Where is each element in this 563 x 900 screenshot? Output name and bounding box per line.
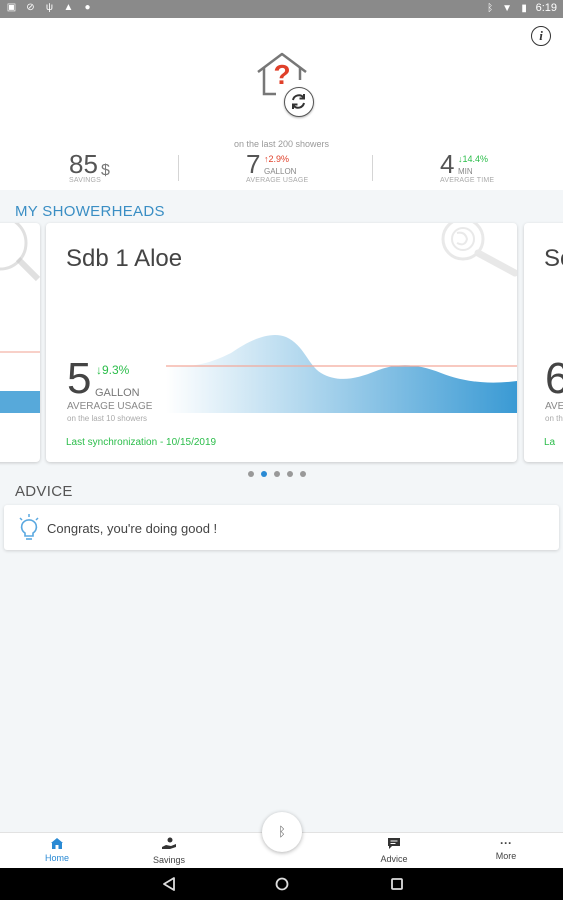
bluetooth-icon: ᛒ <box>278 824 286 839</box>
tab-home-label: Home <box>44 853 69 863</box>
stat-average-usage: 7 ↑2.9% GALLON AVERAGE USAGE <box>246 150 356 188</box>
sync-button[interactable] <box>284 87 314 117</box>
status-time: 6:19 <box>535 2 557 14</box>
usb-icon: ψ <box>45 2 54 13</box>
showerhead-card-next[interactable]: Sc 6 AVE on th La <box>524 223 563 462</box>
svg-text:?: ? <box>273 59 290 90</box>
bluetooth-icon: ᛒ <box>487 2 494 14</box>
tab-home[interactable]: Home <box>27 837 87 863</box>
time-delta: ↓14.4% <box>458 154 489 164</box>
showerhead-usage-delta: ↓9.3% <box>96 363 130 377</box>
pager-dot[interactable] <box>274 471 280 477</box>
last-sync-text: La <box>544 437 556 448</box>
info-icon[interactable]: i <box>531 26 551 46</box>
usage-label: AVERAGE USAGE <box>246 177 309 184</box>
showerhead-name: Sc <box>544 245 563 272</box>
usage-unit: GALLON <box>264 167 297 176</box>
back-icon[interactable] <box>161 876 177 892</box>
showerhead-usage-sublabel: on th <box>545 414 563 423</box>
advice-text: Congrats, you're doing good ! <box>47 521 218 536</box>
stat-divider <box>178 155 179 181</box>
advice-card[interactable]: Congrats, you're doing good ! <box>4 505 559 550</box>
advice-title: ADVICE <box>15 483 73 500</box>
showerhead-usage-label: AVERAGE USAGE <box>67 401 153 412</box>
tab-savings-label: Savings <box>152 855 186 865</box>
showerhead-usage-sublabel: on the last 10 showers <box>67 414 148 423</box>
battery-icon: ▮ <box>521 2 527 14</box>
showerhead-usage-value: 6 <box>545 354 563 403</box>
sim-icon: ▣ <box>6 2 17 13</box>
home-icon <box>51 838 63 849</box>
time-label: AVERAGE TIME <box>440 177 495 184</box>
tab-advice-label: Advice <box>380 854 408 864</box>
showerhead-name: Sdb 1 Aloe <box>66 245 183 272</box>
showerhead-card-previous[interactable] <box>0 223 40 462</box>
tab-more[interactable]: ··· More <box>476 837 536 861</box>
savings-icon <box>162 837 176 849</box>
sync-icon <box>292 94 305 109</box>
wifi-icon: ▼ <box>502 2 513 14</box>
home-circle-icon[interactable] <box>274 876 290 892</box>
pager-dot-active[interactable] <box>261 471 267 477</box>
location-icon: ● <box>84 2 91 13</box>
system-nav-bar <box>0 868 563 900</box>
savings-unit: $ <box>101 162 110 179</box>
showerhead-usage-value: 5 <box>67 354 92 403</box>
stat-divider <box>372 155 373 181</box>
showerhead-usage-label: AVE <box>545 401 563 412</box>
savings-value: 85 <box>69 149 98 179</box>
savings-label: SAVINGS <box>69 177 102 184</box>
chat-icon <box>388 838 400 849</box>
showerhead-card[interactable]: Sdb 1 Aloe 5 ↓9.3% GALLON AVERAGE USAGE … <box>46 223 517 462</box>
more-icon: ··· <box>500 836 512 850</box>
block-icon: ⊘ <box>26 2 35 13</box>
card-chart <box>0 223 40 413</box>
showerhead-usage-unit: GALLON <box>95 387 140 399</box>
usage-value: 7 <box>246 149 261 179</box>
warning-icon: ▲ <box>63 2 74 13</box>
stat-average-time: 4 ↓14.4% MIN AVERAGE TIME <box>440 150 540 188</box>
pager-dot[interactable] <box>248 471 254 477</box>
usage-delta: ↑2.9% <box>264 154 290 164</box>
recents-icon[interactable] <box>389 876 405 892</box>
showerheads-title: MY SHOWERHEADS <box>15 203 165 220</box>
showerhead-logo-icon <box>441 223 517 277</box>
status-bar: ▣ ⊘ ψ ▲ ● ᛒ ▼ ▮ 6:19 <box>0 0 563 18</box>
last-sync-text: Last synchronization - 10/15/2019 <box>66 437 217 448</box>
stats-caption: on the last 200 showers <box>233 139 330 149</box>
tab-more-label: More <box>495 851 517 861</box>
lightbulb-icon <box>19 514 39 540</box>
tab-savings[interactable]: Savings <box>139 837 199 865</box>
stat-savings: 85 $ SAVINGS <box>69 150 169 188</box>
summary-header: i ? on the last 200 showers 85 $ SAVINGS… <box>0 18 563 190</box>
pager-dot[interactable] <box>287 471 293 477</box>
time-value: 4 <box>440 149 455 179</box>
pager-dot[interactable] <box>300 471 306 477</box>
card-pager <box>248 471 306 477</box>
tab-advice[interactable]: Advice <box>364 837 424 864</box>
time-unit: MIN <box>458 167 473 176</box>
bluetooth-sync-button[interactable]: ᛒ <box>262 812 302 852</box>
